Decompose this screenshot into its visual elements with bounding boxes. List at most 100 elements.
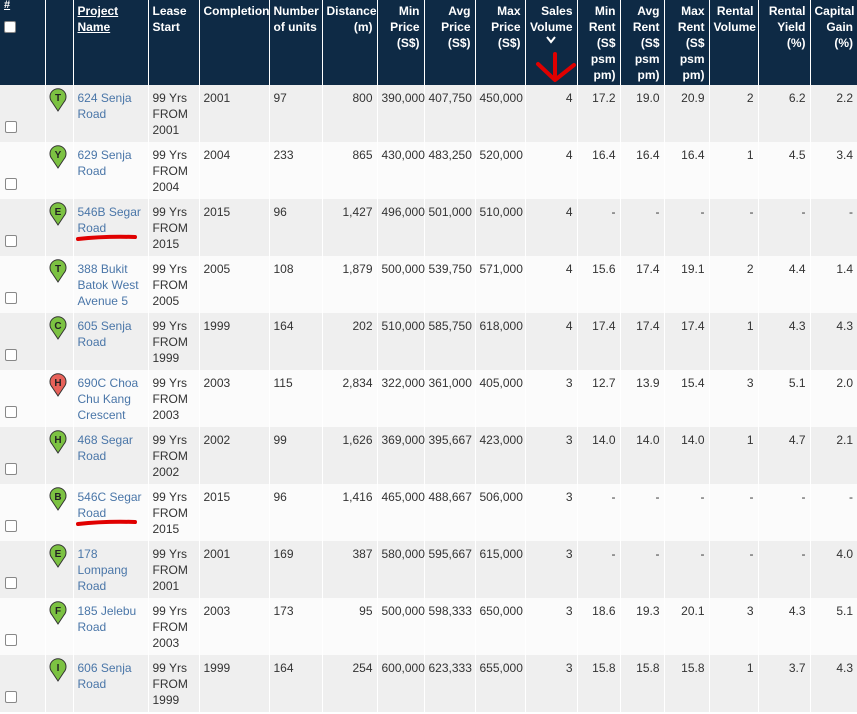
row-checkbox[interactable] (5, 634, 17, 646)
lease-start-cell: 99 Yrs FROM 2005 (148, 256, 200, 313)
min-price-cell: 500,000 (377, 598, 425, 655)
map-pin-icon[interactable]: T (49, 259, 67, 283)
map-pin-icon[interactable]: E (49, 544, 67, 568)
project-name-link[interactable]: 606 Senja Road (78, 661, 132, 691)
header-distance[interactable]: Distance (m) (322, 0, 378, 85)
rental-yield-cell: 4.5 (758, 142, 811, 199)
map-pin-icon[interactable]: I (49, 658, 67, 682)
avg-rent-cell: 17.4 (620, 256, 665, 313)
header-avg-price[interactable]: Avg Price (S$) (424, 0, 476, 85)
row-checkbox[interactable] (5, 121, 17, 133)
rental-volume-cell: 3 (709, 598, 759, 655)
map-pin-icon[interactable]: F (49, 601, 67, 625)
max-price-cell: 506,000 (475, 484, 526, 541)
table-row[interactable]: E 178 Lompang Road 99 Yrs FROM 2001 2001 169… (0, 541, 857, 598)
lease-start-cell: 99 Yrs FROM 2002 (148, 427, 200, 484)
rental-yield-cell: 4.3 (758, 598, 811, 655)
units-cell: 108 (269, 256, 323, 313)
map-pin-icon[interactable]: T (49, 88, 67, 112)
map-pin-icon[interactable]: Y (49, 145, 67, 169)
header-completion[interactable]: Completion (199, 0, 270, 85)
project-name-link[interactable]: 690C Choa Chu Kang Crescent (78, 376, 139, 422)
rental-volume-cell: 1 (709, 142, 759, 199)
units-cell: 164 (269, 313, 323, 370)
map-pin-icon[interactable]: H (49, 373, 67, 397)
completion-cell: 2015 (199, 484, 270, 541)
max-price-cell: 510,000 (475, 199, 526, 256)
header-max-rent[interactable]: Max Rent (S$ psm pm) (664, 0, 710, 85)
header-min-rent[interactable]: Min Rent (S$ psm pm) (577, 0, 621, 85)
header-avg-rent[interactable]: Avg Rent (S$ psm pm) (620, 0, 665, 85)
header-max-price[interactable]: Max Price (S$) (475, 0, 526, 85)
max-rent-cell: 20.9 (664, 85, 710, 142)
rental-volume-cell: - (709, 199, 759, 256)
table-row[interactable]: T 388 Bukit Batok West Avenue 5 99 Yrs FRO… (0, 256, 857, 313)
rental-yield-cell: 3.7 (758, 655, 811, 712)
row-checkbox-cell (0, 655, 46, 712)
completion-cell: 1999 (199, 655, 270, 712)
project-name-link[interactable]: 546B Segar Road (78, 205, 141, 235)
table-row[interactable]: H 468 Segar Road 99 Yrs FROM 2002 2002 99 1,6… (0, 427, 857, 484)
project-name-link[interactable]: 624 Senja Road (78, 91, 132, 121)
map-pin-icon[interactable]: E (49, 202, 67, 226)
header-project-name[interactable]: Project Name (73, 0, 149, 85)
row-checkbox[interactable] (5, 178, 17, 190)
table-row[interactable]: Y 629 Senja Road 99 Yrs FROM 2004 2004 233 86… (0, 142, 857, 199)
avg-rent-cell: 13.9 (620, 370, 665, 427)
project-name-sort-link[interactable]: Project Name (78, 4, 119, 34)
row-checkbox[interactable] (5, 577, 17, 589)
row-checkbox[interactable] (5, 406, 17, 418)
project-name-link[interactable]: 468 Segar Road (78, 433, 133, 463)
pin-letter: H (54, 378, 61, 389)
table-row[interactable]: I 606 Senja Road 99 Yrs FROM 1999 1999 164 25… (0, 655, 857, 712)
row-checkbox[interactable] (5, 520, 17, 532)
max-rent-cell: - (664, 199, 710, 256)
avg-price-cell: 501,000 (424, 199, 476, 256)
table-row[interactable]: C 605 Senja Road 99 Yrs FROM 1999 1999 164 20… (0, 313, 857, 370)
units-cell: 164 (269, 655, 323, 712)
table-row[interactable]: T 624 Senja Road 99 Yrs FROM 2001 2001 97 800… (0, 85, 857, 142)
header-number-of-units[interactable]: Number of units (269, 0, 323, 85)
rental-volume-cell: 1 (709, 427, 759, 484)
table-row[interactable]: H 690C Choa Chu Kang Crescent 99 Yrs FROM … (0, 370, 857, 427)
map-pin-icon[interactable]: B (49, 487, 67, 511)
min-price-cell: 600,000 (377, 655, 425, 712)
hash-header[interactable]: # (4, 0, 41, 11)
header-rental-volume[interactable]: Rental Volume (709, 0, 759, 85)
project-name-link[interactable]: 178 Lompang Road (78, 547, 128, 593)
project-name-link[interactable]: 388 Bukit Batok West Avenue 5 (78, 262, 139, 308)
avg-price-cell: 395,667 (424, 427, 476, 484)
project-name-link[interactable]: 629 Senja Road (78, 148, 132, 178)
avg-price-cell: 623,333 (424, 655, 476, 712)
row-checkbox[interactable] (5, 235, 17, 247)
avg-price-cell: 483,250 (424, 142, 476, 199)
row-checkbox[interactable] (5, 463, 17, 475)
map-pin-icon[interactable]: C (49, 316, 67, 340)
min-price-cell: 369,000 (377, 427, 425, 484)
select-all-checkbox[interactable] (4, 21, 16, 33)
project-name-link[interactable]: 546C Segar Road (78, 490, 142, 520)
table-row[interactable]: E 546B Segar Road 99 Yrs FROM 2015 2015 96 1,… (0, 199, 857, 256)
units-cell: 169 (269, 541, 323, 598)
row-checkbox[interactable] (5, 349, 17, 361)
header-lease-start[interactable]: Lease Start (148, 0, 200, 85)
rental-volume-cell: 1 (709, 313, 759, 370)
table-row[interactable]: F 185 Jelebu Road 99 Yrs FROM 2003 2003 173 9… (0, 598, 857, 655)
project-name-cell: 690C Choa Chu Kang Crescent (73, 370, 149, 427)
completion-cell: 1999 (199, 313, 270, 370)
project-name-link[interactable]: 185 Jelebu Road (78, 604, 137, 634)
project-name-link[interactable]: 605 Senja Road (78, 319, 132, 349)
row-checkbox[interactable] (5, 691, 17, 703)
rental-volume-cell: - (709, 484, 759, 541)
min-rent-cell: - (577, 199, 621, 256)
header-min-price[interactable]: Min Price (S$) (377, 0, 425, 85)
table-row[interactable]: B 546C Segar Road 99 Yrs FROM 2015 2015 96 1,… (0, 484, 857, 541)
min-price-cell: 390,000 (377, 85, 425, 142)
row-checkbox[interactable] (5, 292, 17, 304)
units-cell: 173 (269, 598, 323, 655)
completion-cell: 2001 (199, 85, 270, 142)
pin-letter: Y (54, 150, 61, 161)
map-pin-icon[interactable]: H (49, 430, 67, 454)
header-rental-yield[interactable]: Rental Yield (%) (758, 0, 811, 85)
header-capital-gain[interactable]: Capital Gain (%) (810, 0, 857, 85)
